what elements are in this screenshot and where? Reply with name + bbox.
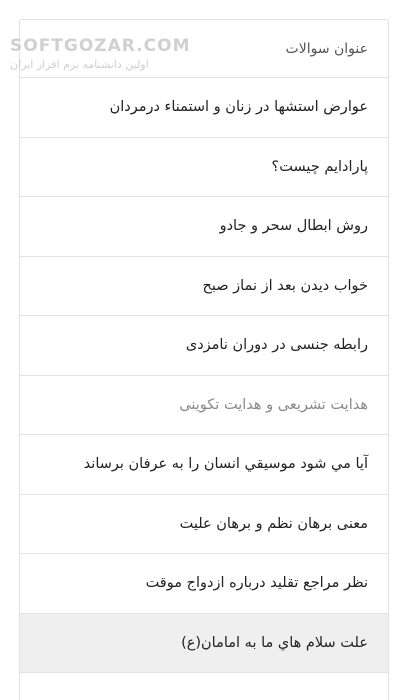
list-item-label: هدایت تشریعی و هدایت تکوینی <box>179 396 368 413</box>
list-item-label: خواب دیدن بعد از نماز صبح <box>202 277 369 294</box>
list-item-selected[interactable]: علت سلام هاي ما به امامان(ع) <box>20 613 388 673</box>
list-item-label: آیا مي شود موسيقي انسان را به عرفان برسا… <box>83 456 368 473</box>
list-item[interactable]: عوارض استشها در زنان و استمناء درمردان <box>20 78 388 138</box>
list-item-label: پارادایم چیست؟ <box>271 158 368 175</box>
list-item[interactable]: آیا مي شود موسيقي انسان را به عرفان برسا… <box>20 435 388 495</box>
list-item[interactable]: رابطه جنسی در دوران نامزدی <box>20 316 388 376</box>
list-item[interactable]: خواب دیدن بعد از نماز صبح <box>20 257 388 316</box>
list-item[interactable]: روش ابطال سحر و جادو <box>20 197 388 257</box>
list-header: عنوان سوالات <box>20 20 388 78</box>
app-screen: عنوان سوالات عوارض استشها در زنان و استم… <box>0 0 412 700</box>
list-item[interactable]: هدایت تشریعی و هدایت تکوینی <box>20 376 388 435</box>
list-item-label: علت سلام هاي ما به امامان(ع) <box>181 634 368 651</box>
list-item[interactable]: پارادایم چیست؟ <box>20 138 388 197</box>
list-header-label: عنوان سوالات <box>285 40 368 57</box>
list-item[interactable]: معنی برهان نظم و برهان علیت <box>20 495 388 554</box>
list-item-label: نظر مراجع تقلید درباره ازدواج موقت <box>145 575 368 592</box>
list-item-label: رابطه جنسی در دوران نامزدی <box>185 337 368 354</box>
list-item[interactable]: نظر مراجع تقلید درباره ازدواج موقت <box>20 554 388 614</box>
questions-list: عنوان سوالات عوارض استشها در زنان و استم… <box>19 19 389 700</box>
list-item-label: معنی برهان نظم و برهان علیت <box>179 515 368 532</box>
list-item-label: عوارض استشها در زنان و استمناء درمردان <box>109 99 368 116</box>
list-item-label: روش ابطال سحر و جادو <box>219 218 368 235</box>
